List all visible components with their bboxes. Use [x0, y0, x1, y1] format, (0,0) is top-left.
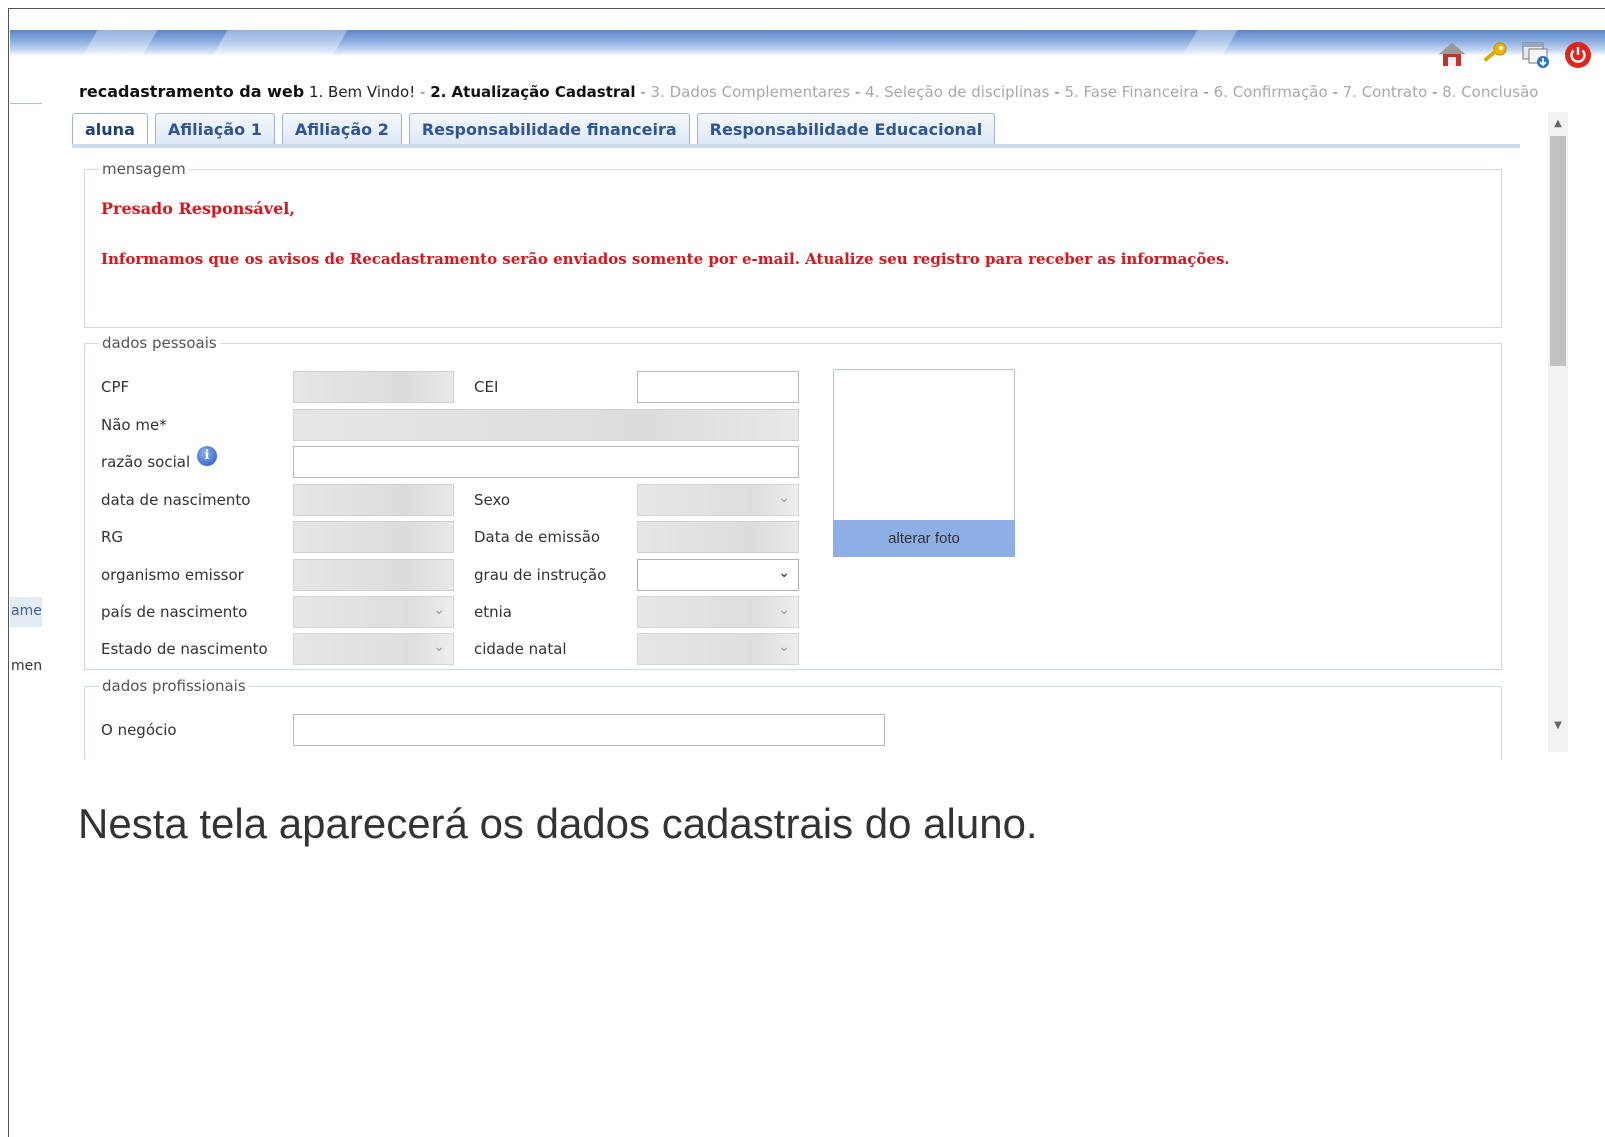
scrollbar-thumb[interactable] — [1550, 136, 1566, 366]
photo-preview — [833, 369, 1015, 521]
emissao-label: Data de emissão — [474, 528, 601, 546]
wizard-steps: recadastramento da web 1. Bem Vindo! - 2… — [79, 82, 1538, 101]
professional-legend: dados profissionais — [102, 677, 246, 695]
step-1: 1. Bem Vindo! — [308, 83, 416, 101]
chevron-down-icon: ⌄ — [778, 565, 790, 581]
razao-social-label: razão social — [101, 453, 191, 471]
home-icon[interactable] — [1437, 40, 1467, 70]
header-banner — [10, 30, 1605, 56]
tab-bar: aluna Afiliação 1 Afiliação 2 Responsabi… — [72, 113, 1520, 148]
window-download-icon[interactable] — [1521, 40, 1551, 70]
step-separator: - — [1427, 83, 1443, 101]
power-icon[interactable] — [1563, 40, 1593, 70]
step-separator: - — [1327, 83, 1343, 101]
wizard-brand: recadastramento da web — [79, 82, 305, 101]
tab-afiliacao-1[interactable]: Afiliação 1 — [154, 113, 275, 144]
caption-text: Nesta tela aparecerá os dados cadastrais… — [78, 800, 1038, 847]
scroll-up-arrow[interactable]: ▲ — [1548, 118, 1568, 134]
message-legend: mensagem — [102, 160, 186, 178]
step-7: 7. Contrato — [1342, 83, 1428, 101]
rg-label: RG — [101, 528, 124, 546]
step-6: 6. Confirmação — [1213, 83, 1328, 101]
cpf-label: CPF — [101, 378, 130, 396]
frame-border-left — [8, 8, 9, 1137]
chevron-down-icon: ⌄ — [778, 490, 790, 506]
chevron-down-icon: ⌄ — [433, 639, 445, 655]
change-photo-button[interactable]: alterar foto — [833, 520, 1015, 557]
organismo-input[interactable] — [293, 559, 454, 591]
step-separator: - — [1049, 83, 1065, 101]
nome-input[interactable] — [293, 409, 799, 441]
banner-stripe — [1182, 30, 1238, 56]
cei-input[interactable] — [637, 371, 799, 403]
chevron-down-icon: ⌄ — [433, 602, 445, 618]
pais-select[interactable]: ⌄ — [293, 596, 454, 628]
app-window: ame men recadastramento da web 1. Bem Vi… — [10, 30, 1605, 760]
message-body: Informamos que os avisos de Recadastrame… — [101, 250, 1230, 268]
personal-legend: dados pessoais — [102, 334, 217, 352]
sexo-label: Sexo — [474, 491, 511, 509]
left-nav-divider — [10, 103, 42, 104]
grau-select[interactable]: ⌄ — [637, 559, 799, 591]
negocio-label: O negócio — [101, 721, 177, 739]
top-toolbar — [1437, 40, 1593, 70]
nascimento-input[interactable] — [293, 484, 454, 516]
step-separator: - — [850, 83, 866, 101]
rg-input[interactable] — [293, 521, 454, 553]
left-nav-item[interactable]: men — [10, 658, 42, 674]
key-icon[interactable] — [1479, 40, 1509, 70]
banner-stripe — [82, 30, 158, 56]
step-4: 4. Seleção de disciplinas — [865, 83, 1050, 101]
grau-label: grau de instrução — [474, 566, 607, 584]
cpf-input[interactable] — [293, 371, 454, 403]
step-separator: - — [1198, 83, 1214, 101]
step-separator: - — [635, 83, 651, 101]
estado-label: Estado de nascimento — [101, 640, 268, 658]
sexo-select[interactable]: ⌄ — [637, 484, 799, 516]
message-section: mensagem Presado Responsável, Informamos… — [84, 160, 1502, 328]
banner-stripe — [212, 30, 348, 56]
step-5: 5. Fase Financeira — [1064, 83, 1199, 101]
personal-data-section: dados pessoais CPF CEI Não me* razão soc… — [84, 334, 1502, 670]
etnia-label: etnia — [474, 603, 512, 621]
step-2-current: 2. Atualização Cadastral — [430, 83, 636, 101]
tab-responsabilidade-educacional[interactable]: Responsabilidade Educacional — [696, 113, 996, 144]
pais-label: país de nascimento — [101, 603, 248, 621]
step-separator: - — [415, 83, 431, 101]
tab-afiliacao-2[interactable]: Afiliação 2 — [281, 113, 402, 144]
scroll-down-arrow[interactable]: ▼ — [1548, 720, 1568, 736]
organismo-label: organismo emissor — [101, 566, 244, 584]
emissao-input[interactable] — [637, 521, 799, 553]
estado-select[interactable]: ⌄ — [293, 633, 454, 665]
chevron-down-icon: ⌄ — [778, 602, 790, 618]
message-title: Presado Responsável, — [101, 199, 295, 218]
left-nav-item[interactable]: ame — [10, 597, 42, 627]
info-icon[interactable]: i — [197, 446, 217, 466]
cei-label: CEI — [474, 378, 499, 396]
step-8: 8. Conclusão — [1442, 83, 1539, 101]
cidade-select[interactable]: ⌄ — [637, 633, 799, 665]
nascimento-label: data de nascimento — [101, 491, 251, 509]
professional-data-section: dados profissionais O negócio — [84, 677, 1502, 760]
nome-label: Não me* — [101, 416, 167, 434]
tab-aluna[interactable]: aluna — [72, 113, 148, 144]
razao-social-input[interactable] — [293, 446, 799, 478]
chevron-down-icon: ⌄ — [778, 639, 790, 655]
step-3: 3. Dados Complementares — [650, 83, 851, 101]
negocio-input[interactable] — [293, 714, 885, 746]
tab-responsabilidade-financeira[interactable]: Responsabilidade financeira — [408, 113, 690, 144]
cidade-label: cidade natal — [474, 640, 567, 658]
frame-border-top — [8, 8, 1605, 9]
etnia-select[interactable]: ⌄ — [637, 596, 799, 628]
